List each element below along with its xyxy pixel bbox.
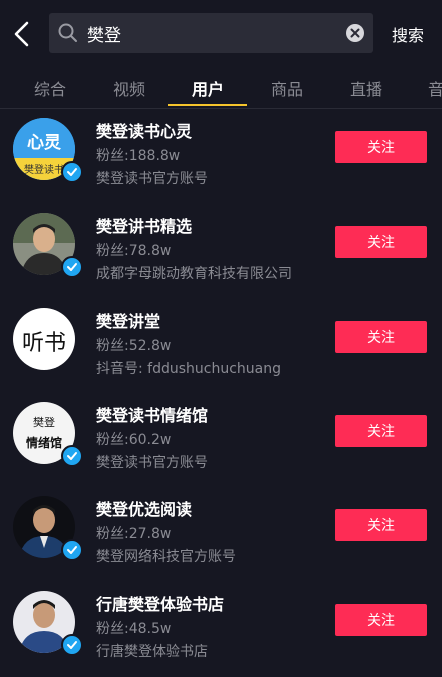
user-name[interactable]: 樊登读书心灵 (96, 118, 192, 142)
top-bar: 搜索 (0, 0, 442, 66)
user-description: 樊登读书官方账号 (96, 171, 208, 187)
follow-button[interactable]: 关注 (335, 226, 427, 258)
tab-live[interactable]: 直播 (350, 76, 382, 100)
user-name[interactable]: 行唐樊登体验书店 (96, 591, 224, 615)
user-description: 行唐樊登体验书店 (96, 644, 208, 660)
tab-video[interactable]: 视频 (113, 76, 145, 100)
user-row[interactable]: 听书 樊登讲堂 粉丝:52.8w 抖音号: fddushuchuchuang 关… (0, 298, 442, 392)
verified-icon (61, 539, 83, 561)
user-name[interactable]: 樊登讲书精选 (96, 213, 192, 237)
search-icon (58, 23, 77, 42)
tab-comprehensive[interactable]: 综合 (34, 76, 66, 100)
verified-icon (61, 634, 83, 656)
follower-count: 粉丝:48.5w (96, 621, 172, 637)
follower-count: 粉丝:60.2w (96, 432, 172, 448)
user-row[interactable]: 心灵 樊登读书 樊登读书心灵 粉丝:188.8w 樊登读书官方账号 关注 (0, 108, 442, 202)
follower-count: 粉丝:27.8w (96, 526, 172, 542)
user-row[interactable]: 樊登 情绪馆 樊登读书情绪馆 粉丝:60.2w 樊登读书官方账号 关注 (0, 392, 442, 486)
clear-icon[interactable] (345, 23, 365, 43)
follow-button[interactable]: 关注 (335, 509, 427, 541)
avatar-subtitle: 樊登 (33, 416, 55, 429)
user-description: 樊登读书官方账号 (96, 455, 208, 471)
user-row[interactable]: 行唐樊登体验书店 粉丝:48.5w 行唐樊登体验书店 关注 (0, 581, 442, 675)
tab-bar: 综合 视频 用户 商品 直播 音 (0, 66, 442, 109)
back-arrow-icon[interactable] (10, 18, 34, 50)
search-box[interactable] (49, 13, 373, 53)
follower-count: 粉丝:188.8w (96, 148, 181, 164)
follower-count: 粉丝:78.8w (96, 243, 172, 259)
avatar[interactable]: 听书 (13, 308, 75, 370)
follower-count: 粉丝:52.8w (96, 338, 172, 354)
user-row[interactable]: 樊登讲书精选 粉丝:78.8w 成都字母跳动教育科技有限公司 关注 (0, 203, 442, 297)
search-button[interactable]: 搜索 (392, 22, 424, 46)
follow-button[interactable]: 关注 (335, 415, 427, 447)
user-row[interactable]: 樊登优选阅读 粉丝:27.8w 樊登网络科技官方账号 关注 (0, 486, 442, 580)
user-description: 樊登网络科技官方账号 (96, 549, 236, 565)
avatar-title: 心灵 (27, 133, 61, 153)
follow-button[interactable]: 关注 (335, 604, 427, 636)
user-name[interactable]: 樊登讲堂 (96, 308, 160, 332)
tab-users[interactable]: 用户 (192, 76, 224, 100)
follow-button[interactable]: 关注 (335, 321, 427, 353)
user-name[interactable]: 樊登优选阅读 (96, 496, 192, 520)
follow-button[interactable]: 关注 (335, 131, 427, 163)
tab-music[interactable]: 音 (428, 76, 442, 100)
user-description: 抖音号: fddushuchuchuang (96, 361, 282, 377)
user-description: 成都字母跳动教育科技有限公司 (96, 266, 292, 282)
search-input[interactable] (87, 13, 337, 53)
verified-icon (61, 445, 83, 467)
verified-icon (61, 256, 83, 278)
verified-icon (61, 161, 83, 183)
user-name[interactable]: 樊登读书情绪馆 (96, 402, 208, 426)
active-tab-indicator (168, 104, 247, 106)
avatar-title: 听书 (21, 331, 66, 356)
tab-products[interactable]: 商品 (271, 76, 303, 100)
